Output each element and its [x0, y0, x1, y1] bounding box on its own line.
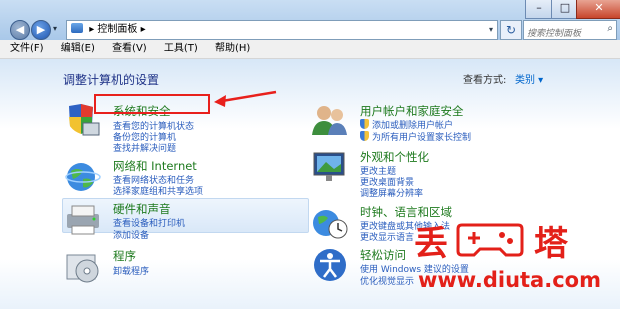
address-separator-end[interactable]: ▸	[141, 24, 146, 35]
close-button[interactable]: ✕	[576, 0, 620, 19]
link-troubleshoot[interactable]: 查找并解决问题	[113, 141, 176, 154]
category-title-hardware-sound[interactable]: 硬件和声音	[113, 201, 171, 217]
address-bar[interactable]: ▸ 控制面板 ▸ ▾	[66, 20, 498, 40]
address-path[interactable]: 控制面板	[97, 24, 137, 35]
watermark-brand-right: 塔	[534, 224, 568, 264]
search-icon[interactable]: ⌕	[607, 23, 613, 34]
watermark: 丢 塔 www.diuta.com	[400, 216, 601, 298]
category-title-appearance[interactable]: 外观和个性化	[360, 149, 429, 165]
menu-bar: 文件(F) 编辑(E) 查看(V) 工具(T) 帮助(H)	[0, 40, 620, 59]
annotation-arrow	[214, 90, 277, 107]
printer-icon	[67, 205, 99, 235]
menu-edit[interactable]: 编辑(E)	[61, 40, 95, 58]
clock-globe-icon	[313, 210, 348, 239]
appearance-icon	[313, 152, 345, 181]
category-title-user-accounts[interactable]: 用户帐户和家庭安全	[360, 103, 464, 119]
minimize-button[interactable]: –	[525, 0, 553, 19]
forward-button[interactable]: ▶	[31, 20, 51, 40]
gamepad-icon	[456, 223, 524, 257]
watermark-url: www.diuta.com	[418, 268, 601, 292]
uac-shield-icon	[360, 119, 369, 129]
recent-pages-dropdown[interactable]: ▾	[53, 24, 57, 33]
uac-shield-icon	[360, 131, 369, 141]
highlight-box	[94, 94, 210, 114]
menu-tools[interactable]: 工具(T)	[164, 40, 198, 58]
ease-of-access-icon	[314, 249, 346, 281]
maximize-button[interactable]: □	[551, 0, 579, 19]
refresh-button[interactable]: ↻	[500, 20, 522, 40]
link-screen-resolution[interactable]: 调整屏幕分辨率	[360, 186, 423, 199]
link-homegroup-sharing[interactable]: 选择家庭组和共享选项	[113, 184, 203, 197]
back-button[interactable]: ◀	[10, 20, 30, 40]
watermark-brand-left: 丢	[414, 224, 448, 264]
users-icon	[312, 106, 347, 135]
address-history-dropdown[interactable]: ▾	[489, 21, 493, 39]
page-title: 调整计算机的设置	[63, 73, 160, 87]
control-panel-icon	[71, 23, 83, 33]
link-add-device[interactable]: 添加设备	[113, 228, 149, 241]
network-globe-icon	[65, 163, 101, 191]
menu-view[interactable]: 查看(V)	[112, 40, 147, 58]
search-box[interactable]: ⌕	[523, 20, 617, 42]
view-by-label: 查看方式:	[463, 75, 507, 86]
menu-help[interactable]: 帮助(H)	[215, 40, 250, 58]
menu-file[interactable]: 文件(F)	[10, 40, 44, 58]
link-parental-controls[interactable]: 为所有用户设置家长控制	[372, 130, 471, 143]
link-uninstall-program[interactable]: 卸载程序	[113, 264, 149, 277]
programs-icon	[66, 254, 99, 283]
category-title-programs[interactable]: 程序	[113, 248, 136, 264]
view-by-dropdown[interactable]: 类别 ▾	[515, 71, 543, 86]
category-title-network-internet[interactable]: 网络和 Internet	[113, 158, 197, 174]
